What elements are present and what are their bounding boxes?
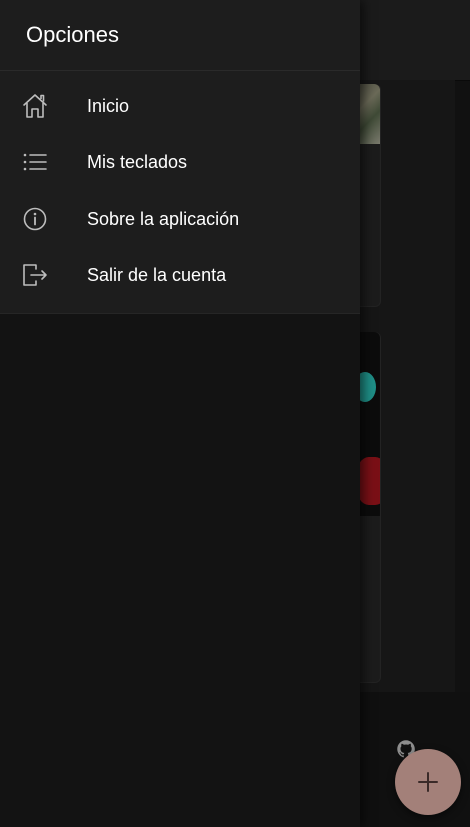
menu-item-mis-teclados[interactable]: Mis teclados	[0, 134, 360, 190]
add-keyboard-button[interactable]	[395, 749, 461, 815]
menu-item-label: Sobre la aplicación	[87, 209, 240, 229]
menu-item-inicio[interactable]: Inicio	[0, 78, 360, 134]
menu-item-label: Mis teclados	[87, 152, 188, 172]
home-icon	[23, 94, 47, 118]
info-icon	[23, 207, 47, 231]
plus-icon	[418, 772, 438, 792]
navigation-drawer: Opciones Inicio Mis teclados Sobre la ap…	[0, 0, 360, 827]
menu-item-sobre-la-aplicacion[interactable]: Sobre la aplicación	[0, 191, 360, 247]
menu-item-label: Salir de la cuenta	[87, 265, 227, 285]
list-icon	[23, 153, 47, 171]
drawer-title: Opciones	[26, 22, 119, 47]
drawer-menu: Inicio Mis teclados Sobre la aplicación	[0, 71, 360, 314]
menu-item-label: Inicio	[87, 96, 130, 116]
logout-icon	[23, 264, 47, 286]
menu-item-salir-de-la-cuenta[interactable]: Salir de la cuenta	[0, 247, 360, 303]
drawer-header: Opciones	[0, 0, 360, 71]
